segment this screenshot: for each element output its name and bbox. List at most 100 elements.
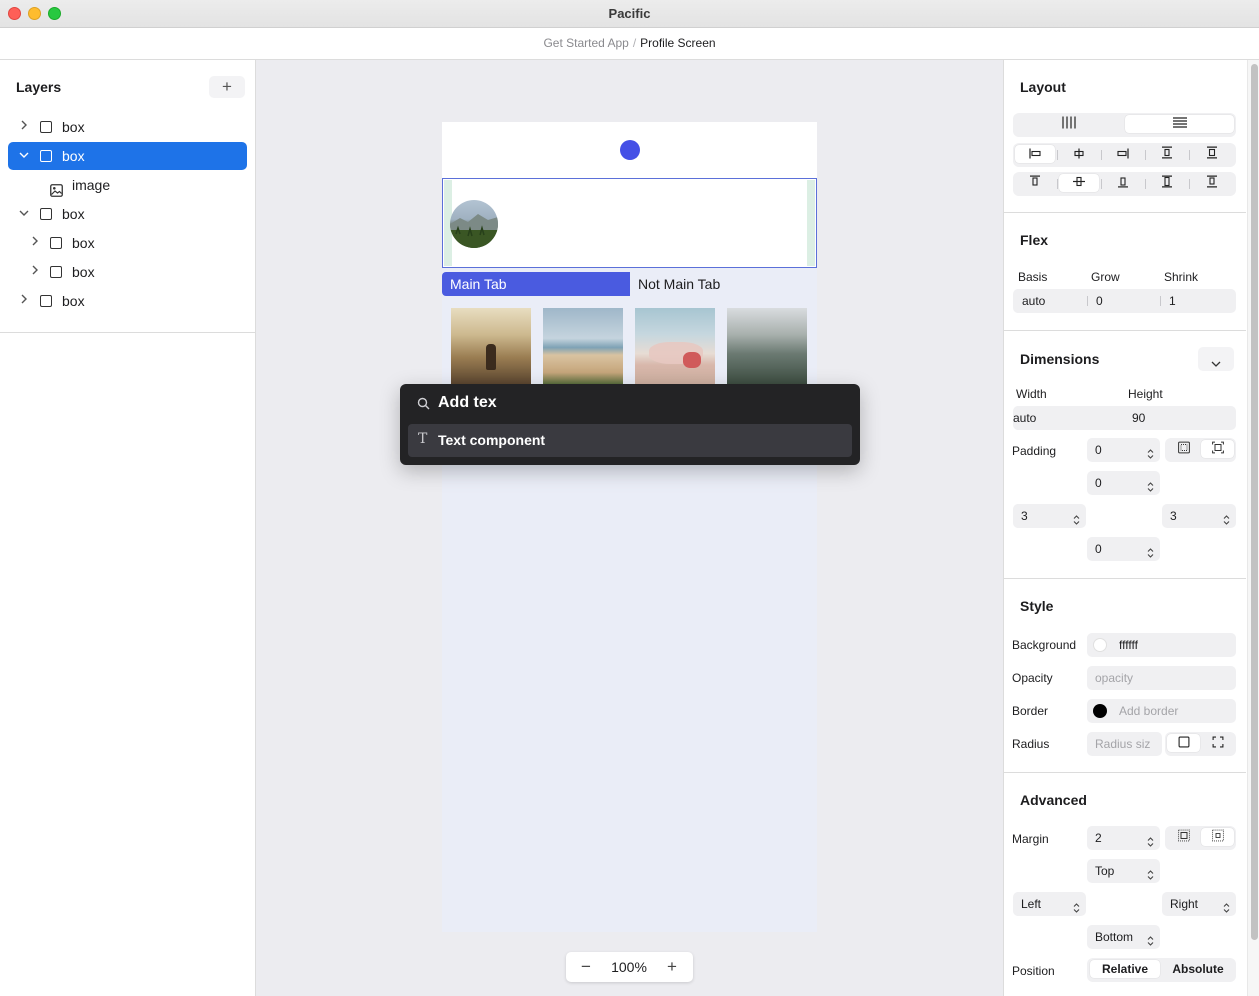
padding-top-stepper[interactable]: 0 xyxy=(1087,438,1160,462)
layer-row[interactable]: box xyxy=(8,113,247,141)
zoom-out-button[interactable]: − xyxy=(574,955,598,979)
radius-uniform[interactable] xyxy=(1167,734,1200,752)
justify-space-between[interactable] xyxy=(1147,145,1187,163)
palette-result-text-component[interactable]: T Text component xyxy=(408,424,852,457)
avatar-image[interactable] xyxy=(450,200,498,248)
radius-label: Radius xyxy=(1012,737,1050,751)
margin-left-stepper[interactable]: Left xyxy=(1013,892,1086,916)
palette-search-input[interactable]: Add tex xyxy=(438,394,497,412)
space-around-icon xyxy=(1206,146,1218,162)
tab-not-main[interactable]: Not Main Tab xyxy=(630,272,817,296)
radius-uniform-icon xyxy=(1178,736,1189,751)
height-input[interactable]: 90 xyxy=(1132,406,1145,430)
align-baseline[interactable] xyxy=(1191,174,1233,192)
margin-stepper[interactable]: 2 xyxy=(1087,826,1160,850)
background-input[interactable]: ffffff xyxy=(1087,633,1236,657)
padding-right-stepper[interactable]: 3 xyxy=(1162,504,1236,528)
layer-row[interactable]: box xyxy=(8,258,247,286)
chevron-down-icon[interactable] xyxy=(18,200,30,228)
design-canvas[interactable]: Main Tab Not Main Tab Add tex T Text com… xyxy=(256,60,1003,996)
background-swatch[interactable] xyxy=(1093,638,1107,652)
layer-label: box xyxy=(62,293,85,309)
section-divider xyxy=(1004,212,1246,213)
padding-bottom-stepper[interactable]: 0 xyxy=(1087,537,1160,561)
tab-bar: Main Tab Not Main Tab xyxy=(442,272,817,296)
layer-row-selected[interactable]: box xyxy=(8,142,247,170)
margin-right-stepper[interactable]: Right xyxy=(1162,892,1236,916)
align-middle[interactable] xyxy=(1059,174,1099,192)
padding-right-value: 3 xyxy=(1170,509,1177,523)
chevron-down-icon[interactable] xyxy=(18,142,30,170)
position-relative[interactable]: Relative xyxy=(1090,960,1160,978)
zoom-in-button[interactable]: + xyxy=(660,955,684,979)
chevron-right-icon[interactable] xyxy=(29,229,41,257)
layer-row[interactable]: box xyxy=(8,287,247,315)
add-layer-button[interactable]: + xyxy=(209,76,245,98)
padding-inner-value: 0 xyxy=(1095,476,1102,490)
justify-start[interactable] xyxy=(1015,145,1055,163)
width-input[interactable]: auto xyxy=(1013,406,1036,430)
selected-box[interactable] xyxy=(442,178,817,268)
align-stretch[interactable] xyxy=(1147,174,1187,192)
breadcrumb-screen[interactable]: Profile Screen xyxy=(640,36,715,50)
gallery-image[interactable] xyxy=(727,308,807,384)
phone-frame[interactable]: Main Tab Not Main Tab xyxy=(442,122,817,932)
padding-individual[interactable] xyxy=(1201,440,1234,458)
basis-input[interactable]: auto xyxy=(1022,289,1045,313)
radius-individual[interactable] xyxy=(1201,734,1234,752)
layers-panel: Layers + box box image box box box box xyxy=(0,60,256,996)
padding-inner-stepper[interactable]: 0 xyxy=(1087,471,1160,495)
chevron-right-icon[interactable] xyxy=(29,258,41,286)
gallery-image[interactable] xyxy=(451,308,531,384)
dimensions-collapse-button[interactable] xyxy=(1198,347,1234,371)
breadcrumb-project[interactable]: Get Started App xyxy=(543,36,628,50)
padding-left-stepper[interactable]: 3 xyxy=(1013,504,1086,528)
gallery-image[interactable] xyxy=(635,308,715,384)
position-absolute[interactable]: Absolute xyxy=(1162,960,1234,978)
layer-label: box xyxy=(72,264,95,280)
layers-title: Layers xyxy=(16,79,62,95)
header-box[interactable] xyxy=(442,122,817,178)
margin-top-stepper[interactable]: Top xyxy=(1087,859,1160,883)
padding-uniform[interactable] xyxy=(1167,440,1200,458)
border-input[interactable]: Add border xyxy=(1087,699,1236,723)
direction-toggle xyxy=(1013,113,1236,137)
inspector-scrollbar[interactable] xyxy=(1247,60,1259,996)
zoom-control: − 100% + xyxy=(566,952,693,982)
basis-label: Basis xyxy=(1018,270,1048,284)
layer-label: box xyxy=(72,235,95,251)
chevron-right-icon[interactable] xyxy=(18,287,30,315)
align-top[interactable] xyxy=(1015,174,1055,192)
section-divider xyxy=(1004,330,1246,331)
border-swatch[interactable] xyxy=(1093,704,1107,718)
stepper-arrows-icon xyxy=(1073,510,1080,525)
align-bottom[interactable] xyxy=(1103,174,1143,192)
scrollbar-thumb[interactable] xyxy=(1251,64,1258,940)
margin-individual[interactable] xyxy=(1201,828,1234,846)
justify-center[interactable] xyxy=(1059,145,1099,163)
justify-space-around[interactable] xyxy=(1191,145,1233,163)
stepper-arrows-icon xyxy=(1147,931,1154,946)
padding-right-indicator xyxy=(807,180,815,266)
layer-row[interactable]: box xyxy=(8,229,247,257)
radius-input[interactable]: Radius siz xyxy=(1087,732,1162,756)
opacity-input[interactable]: opacity xyxy=(1087,666,1236,690)
advanced-title: Advanced xyxy=(1020,792,1087,808)
tab-main[interactable]: Main Tab xyxy=(442,272,630,296)
layer-row[interactable]: image xyxy=(8,171,247,199)
shrink-input[interactable]: 1 xyxy=(1169,289,1176,313)
grow-input[interactable]: 0 xyxy=(1096,289,1103,313)
justify-end[interactable] xyxy=(1103,145,1143,163)
radius-mode-toggle xyxy=(1165,732,1236,756)
direction-rows[interactable] xyxy=(1125,115,1234,133)
stepper-arrows-icon xyxy=(1073,898,1080,913)
align-middle-icon xyxy=(1073,176,1085,191)
status-dot[interactable] xyxy=(620,140,640,160)
box-icon xyxy=(40,295,52,307)
layer-row[interactable]: box xyxy=(8,200,247,228)
margin-uniform[interactable] xyxy=(1167,828,1200,846)
direction-columns[interactable] xyxy=(1015,115,1123,133)
chevron-right-icon[interactable] xyxy=(18,113,30,141)
margin-bottom-stepper[interactable]: Bottom xyxy=(1087,925,1160,949)
gallery-image[interactable] xyxy=(543,308,623,384)
